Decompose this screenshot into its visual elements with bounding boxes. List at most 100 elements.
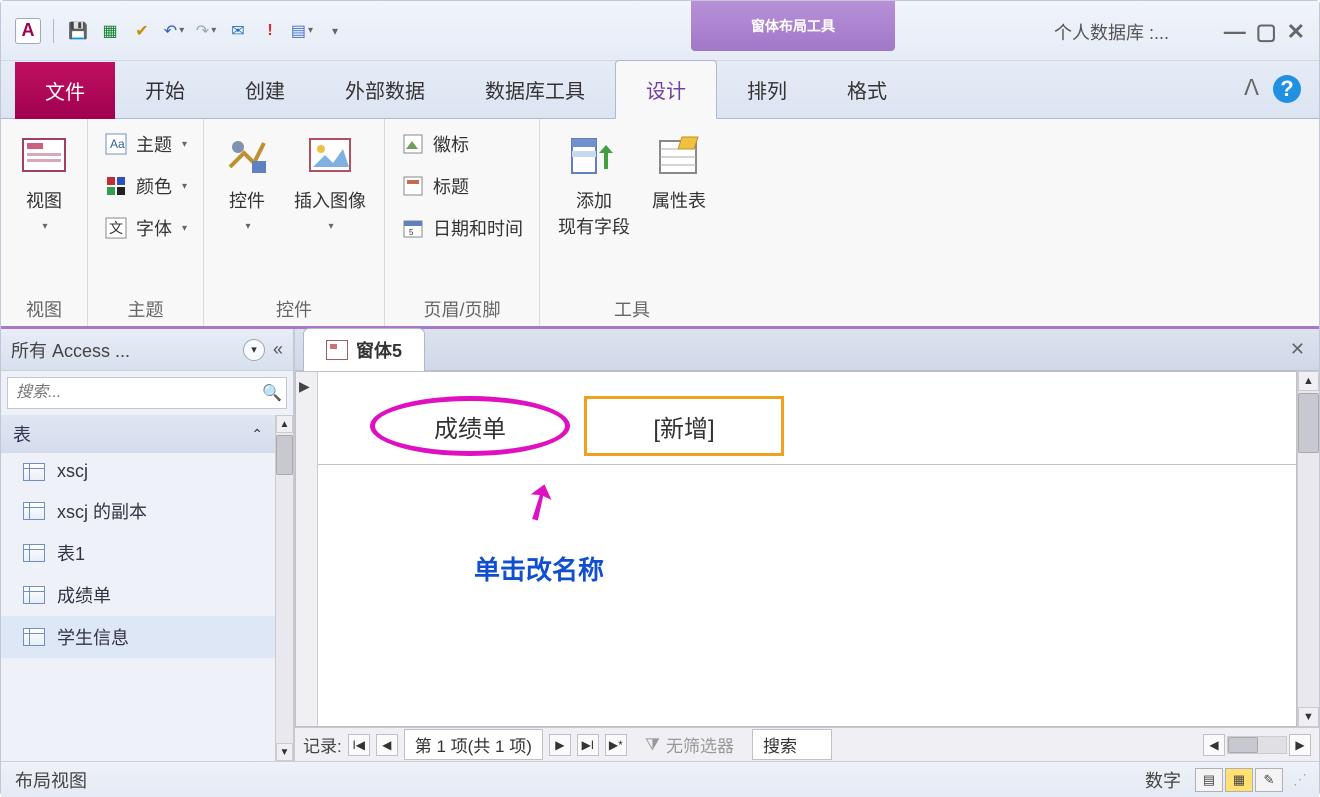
theme-icon: Aa (104, 132, 128, 156)
tab-create[interactable]: 创建 (215, 61, 315, 118)
controls-icon (222, 131, 272, 181)
ribbon-group-theme: Aa 主题▾ 颜色▾ 文 字体▾ 主题 (88, 119, 204, 326)
tab-arrange[interactable]: 排列 (717, 61, 817, 118)
insert-image-button[interactable]: 插入图像▾ (290, 127, 370, 290)
navpane-item[interactable]: xscj 的副本 (1, 490, 275, 532)
help-icon[interactable]: ? (1273, 75, 1301, 103)
minimize-button[interactable]: — (1224, 19, 1246, 45)
navpane-item[interactable]: xscj (1, 453, 275, 490)
first-record-button[interactable]: I◀ (348, 734, 370, 756)
datetime-button[interactable]: 5 日期和时间 (399, 211, 525, 245)
form-tab-page-1[interactable]: 成绩单 (370, 396, 570, 456)
table-icon (23, 502, 45, 520)
scroll-left-icon[interactable]: ◀ (1203, 734, 1225, 756)
tab-format[interactable]: 格式 (817, 61, 917, 118)
add-fields-button[interactable]: 添加 现有字段 (554, 127, 634, 290)
navpane-collapse-icon[interactable]: « (273, 339, 283, 360)
ribbon-group-view-label: 视图 (15, 290, 73, 322)
search-input[interactable] (8, 378, 258, 408)
navpane-scrollbar[interactable]: ▲ ▼ (275, 415, 293, 761)
title-icon (401, 174, 425, 198)
vertical-scrollbar[interactable]: ▲ ▼ (1297, 371, 1319, 727)
svg-text:Aa: Aa (110, 137, 125, 151)
form-view-button[interactable]: ▤ (1195, 768, 1223, 792)
prev-record-button[interactable]: ◀ (376, 734, 398, 756)
filter-indicator[interactable]: ⧩ 无筛选器 (645, 732, 734, 757)
last-record-button[interactable]: ▶I (577, 734, 599, 756)
navigation-pane: 所有 Access ... ▾ « 🔍 表 ⌃ xscj xscj 的副本 表1… (1, 329, 295, 761)
ribbon: 视图▾ 视图 Aa 主题▾ 颜色▾ 文 字体▾ 主题 (1, 119, 1319, 329)
layout-view-button[interactable]: ▦ (1225, 768, 1253, 792)
redo-icon[interactable]: ↷▾ (194, 19, 218, 43)
maximize-button[interactable]: ▢ (1256, 19, 1277, 45)
add-fields-icon (569, 131, 619, 181)
scroll-right-icon[interactable]: ▶ (1289, 734, 1311, 756)
table-icon[interactable]: ▤▾ (290, 19, 314, 43)
document-close-icon[interactable]: ✕ (1290, 339, 1305, 360)
close-button[interactable]: ✕ (1287, 19, 1305, 45)
email-icon[interactable]: ✉ (226, 19, 250, 43)
controls-button-label: 控件▾ (229, 187, 265, 234)
ribbon-group-headerfooter-label: 页眉/页脚 (399, 290, 525, 322)
design-view-button[interactable]: ✎ (1255, 768, 1283, 792)
record-search-input[interactable]: 搜索 (752, 729, 832, 760)
next-record-button[interactable]: ▶ (549, 734, 571, 756)
property-sheet-button-label: 属性表 (652, 187, 706, 213)
scroll-down-icon[interactable]: ▼ (1298, 707, 1319, 727)
horizontal-scrollbar[interactable]: ◀ ▶ (1203, 734, 1311, 756)
ribbon-group-controls-label: 控件 (218, 290, 370, 322)
tab-home[interactable]: 开始 (115, 61, 215, 118)
window-title: 个人数据库 :... (1054, 19, 1169, 45)
controls-button[interactable]: 控件▾ (218, 127, 276, 290)
scroll-up-icon[interactable]: ▲ (276, 415, 293, 433)
tab-dbtools[interactable]: 数据库工具 (455, 61, 615, 118)
navpane-item[interactable]: 学生信息 (1, 616, 275, 658)
alert-icon[interactable]: ! (258, 19, 282, 43)
property-sheet-button[interactable]: 属性表 (648, 127, 710, 290)
spellcheck-icon[interactable]: ✔ (130, 19, 154, 43)
navpane-item[interactable]: 成绩单 (1, 574, 275, 616)
search-icon[interactable]: 🔍 (258, 383, 286, 403)
fonts-icon: 文 (104, 216, 128, 240)
colors-button[interactable]: 颜色▾ (102, 169, 189, 203)
record-selector[interactable]: ▶ (296, 372, 318, 726)
title-bar: A 💾 ▦ ✔ ↶▾ ↷▾ ✉ ! ▤▾ ▾ 窗体布局工具 个人数据库 :...… (1, 1, 1319, 61)
ribbon-group-tools: 添加 现有字段 属性表 工具 (540, 119, 724, 326)
fonts-button[interactable]: 文 字体▾ (102, 211, 189, 245)
tab-design[interactable]: 设计 (615, 60, 717, 119)
current-record-marker-icon: ▶ (299, 378, 310, 395)
scroll-down-icon[interactable]: ▼ (276, 743, 293, 761)
record-position[interactable]: 第 1 项(共 1 项) (404, 729, 543, 760)
tab-externaldata[interactable]: 外部数据 (315, 61, 455, 118)
navpane-item[interactable]: 表1 (1, 532, 275, 574)
title-button[interactable]: 标题 (399, 169, 525, 203)
document-tab[interactable]: 窗体5 (303, 328, 425, 371)
resize-grip-icon[interactable]: ⋰ (1293, 771, 1305, 788)
tab-file[interactable]: 文件 (15, 62, 115, 119)
scroll-up-icon[interactable]: ▲ (1298, 371, 1319, 391)
qat-customize-icon[interactable]: ▾ (322, 19, 346, 43)
view-button-label: 视图▾ (26, 187, 62, 234)
navpane-dropdown-icon[interactable]: ▾ (243, 339, 265, 361)
navpane-header[interactable]: 所有 Access ... ▾ « (1, 329, 293, 371)
form-canvas[interactable]: ▶ 成绩单 [新增] ➚ 单击改名称 (295, 371, 1297, 727)
save-icon[interactable]: 💾 (66, 19, 90, 43)
excel-export-icon[interactable]: ▦ (98, 19, 122, 43)
ribbon-group-theme-label: 主题 (102, 290, 189, 322)
new-record-button[interactable]: ▶* (605, 734, 627, 756)
theme-button[interactable]: Aa 主题▾ (102, 127, 189, 161)
colors-icon (104, 174, 128, 198)
svg-text:5: 5 (409, 228, 414, 237)
filter-icon: ⧩ (645, 735, 660, 755)
app-icon[interactable]: A (15, 18, 41, 44)
document-area: 窗体5 ✕ ▶ 成绩单 [新增] ➚ 单击改名称 ▲ ▼ (295, 329, 1319, 761)
quick-access-toolbar: A 💾 ▦ ✔ ↶▾ ↷▾ ✉ ! ▤▾ ▾ (1, 18, 360, 44)
ribbon-collapse-icon[interactable]: ᐱ (1244, 75, 1259, 103)
logo-button[interactable]: 徽标 (399, 127, 525, 161)
form-tab-page-new[interactable]: [新增] (584, 396, 784, 456)
table-icon (23, 628, 45, 646)
view-button[interactable]: 视图▾ (15, 127, 73, 290)
form-divider (318, 464, 1296, 465)
navpane-category-tables[interactable]: 表 ⌃ (1, 415, 275, 453)
undo-icon[interactable]: ↶▾ (162, 19, 186, 43)
